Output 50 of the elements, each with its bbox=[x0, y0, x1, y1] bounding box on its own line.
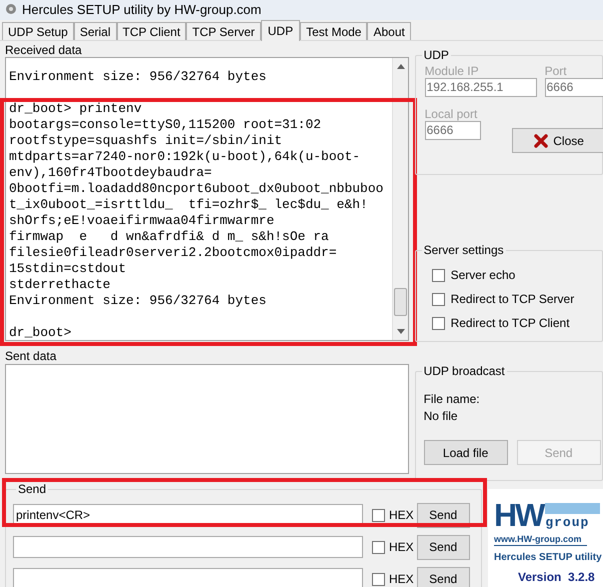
tab[interactable]: UDP Setup bbox=[2, 22, 74, 40]
section-label: Sent data bbox=[5, 349, 58, 363]
tab[interactable]: Serial bbox=[74, 22, 116, 40]
input-field[interactable] bbox=[13, 568, 363, 587]
checkbox[interactable] bbox=[372, 508, 385, 522]
checkbox[interactable] bbox=[372, 540, 385, 554]
file-name: No file bbox=[424, 409, 458, 423]
group-title: UDP bbox=[422, 48, 451, 62]
section-label: Received data bbox=[5, 43, 83, 57]
tab[interactable]: TCP Server bbox=[186, 22, 261, 40]
group-title: Send bbox=[16, 483, 48, 496]
window-title: Hercules SETUP utility by HW-group.com bbox=[22, 2, 262, 18]
field-label: File name: bbox=[424, 392, 480, 406]
app-icon bbox=[4, 4, 18, 16]
product-name: Hercules SETUP utility bbox=[494, 552, 603, 564]
logo-bar bbox=[545, 503, 600, 514]
checkbox-label: HEX bbox=[389, 572, 414, 586]
send-button[interactable]: Send bbox=[416, 566, 470, 587]
checkbox[interactable] bbox=[372, 572, 385, 586]
version-text: Version 3.2.8 bbox=[517, 570, 596, 584]
tab[interactable]: Test Mode bbox=[300, 22, 368, 40]
scroll-up-icon[interactable] bbox=[396, 64, 405, 69]
scrollbar[interactable] bbox=[392, 58, 408, 340]
field-label: Module IP bbox=[424, 64, 480, 78]
logo-text: group bbox=[545, 516, 590, 529]
group-title: UDP broadcast bbox=[422, 364, 507, 378]
checkbox-label: HEX bbox=[389, 508, 414, 522]
scroll-down-icon[interactable] bbox=[396, 329, 405, 334]
checkbox-label: Redirect to TCP Server bbox=[450, 292, 574, 306]
tab[interactable]: About bbox=[367, 22, 411, 40]
tab[interactable]: TCP Client bbox=[116, 22, 186, 40]
logo-url: www.HW-group.com bbox=[494, 533, 588, 546]
send-button[interactable]: Send bbox=[416, 534, 470, 560]
checkbox[interactable] bbox=[432, 316, 445, 330]
checkbox-label: HEX bbox=[389, 540, 414, 554]
checkbox-label: Redirect to TCP Client bbox=[450, 316, 570, 330]
checkbox[interactable] bbox=[432, 292, 445, 306]
tab[interactable]: UDP bbox=[260, 20, 300, 41]
checkbox-label: Server echo bbox=[450, 268, 516, 282]
received-log: Environment size: 956/32764 bytes dr_boot> printenv bootargs=console=ttyS0,115200 root=31:02 rootfstype=squashfs init=/sbin/init mtdparts=ar7240-nor0:192k(u-boot),64k(u-boot- env),160fr4Tbootdeybaudra= 0bootfi=m.loadadd80ncport6uboot_dx0uboot_nbbuboo t_ix0uboot_=isrttldu_ tfi=ozhr$_ lec$du_ e&h! shOrfs;eE!voaeifirmwaa04firmwarmre firmwap e d wn&afrdfi& d m_ s&h!sOe ra filesie0fileadr0serveri2.2bootcmox0ipaddr= 15stdin=cstdout stderrethacte Environment size: 956/32764 bytes dr_boot> bbox=[8, 68, 384, 340]
close-icon bbox=[534, 134, 548, 148]
group-title: Server settings bbox=[422, 243, 506, 257]
input-field[interactable] bbox=[13, 536, 363, 558]
field-label: Local port bbox=[424, 107, 478, 121]
logo-text: HW bbox=[494, 501, 544, 529]
checkbox[interactable] bbox=[432, 268, 445, 282]
scrollbar-thumb[interactable] bbox=[394, 288, 407, 316]
field-label: Port bbox=[544, 64, 568, 78]
close-button[interactable]: Close bbox=[512, 128, 603, 153]
load-file-button[interactable]: Load file bbox=[424, 440, 508, 465]
